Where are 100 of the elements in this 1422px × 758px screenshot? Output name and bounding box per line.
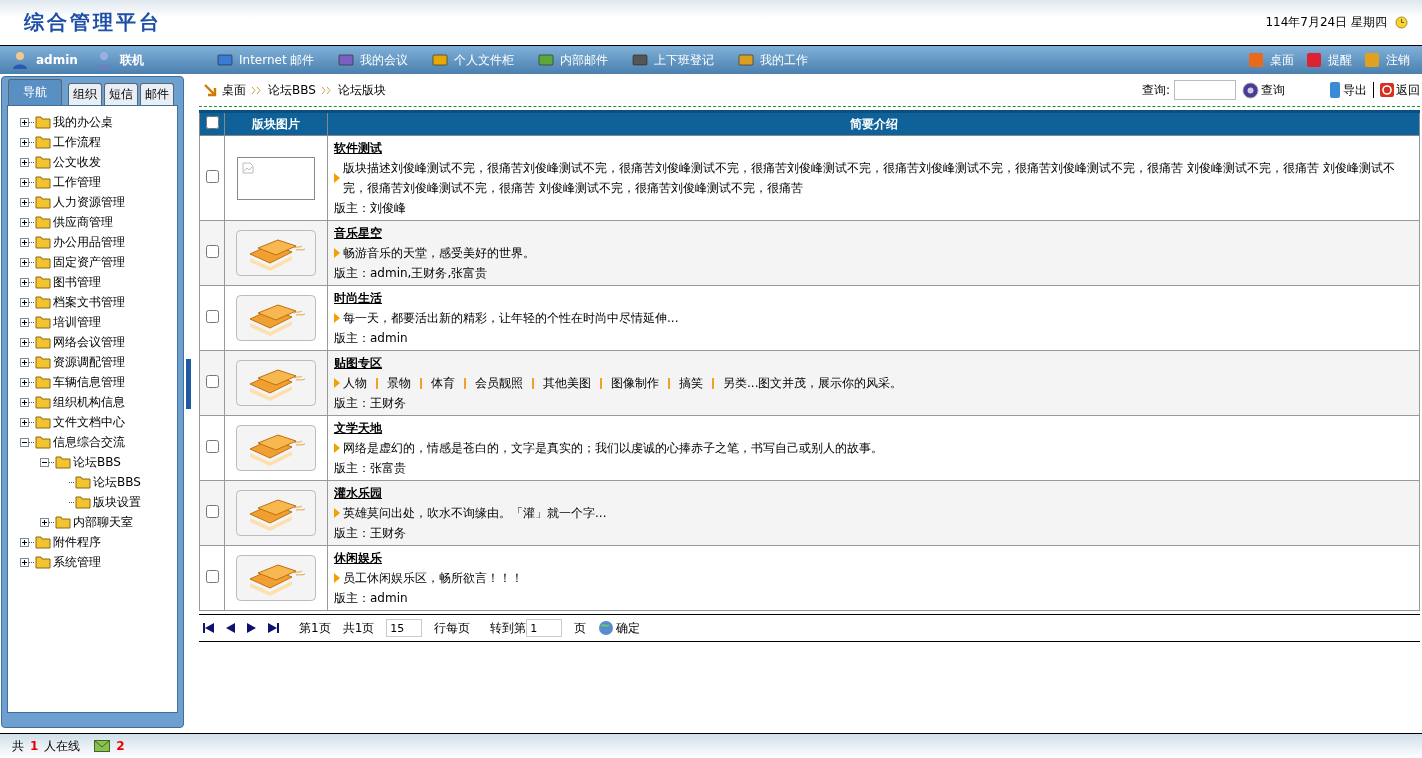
category-link[interactable]: 搞笑 [679,373,703,393]
expand-icon[interactable] [20,137,29,147]
forum-description: 畅游音乐的天堂，感受美好的世界。 [343,245,536,262]
expand-icon[interactable] [20,417,29,427]
back-button[interactable]: 返回 [1380,81,1420,99]
tree-item[interactable]: 培训管理 [53,313,101,331]
category-link[interactable]: 人物 [343,373,367,393]
tree-item[interactable]: 内部聊天室 [73,513,133,531]
breadcrumb-item[interactable]: 桌面 [222,81,246,99]
tree-item[interactable]: 网络会议管理 [53,333,125,351]
sidebar-tab[interactable]: 邮件 [140,83,174,105]
tree-item[interactable]: 供应商管理 [53,213,113,231]
forum-title[interactable]: 灌水乐园 [334,483,382,503]
tree-item[interactable]: 办公用品管理 [53,233,125,251]
forum-title[interactable]: 时尚生活 [334,288,382,308]
expand-icon[interactable] [20,217,29,227]
goto-page-field[interactable]: 1 [526,619,563,637]
first-page-icon[interactable] [203,623,214,633]
folder-icon [35,275,51,289]
row-checkbox[interactable] [205,245,219,258]
collapse-icon[interactable] [40,457,49,467]
expand-icon[interactable] [20,117,29,127]
search-icon[interactable] [1242,81,1259,99]
tree-item[interactable]: 信息综合交流 [53,433,125,451]
expand-icon[interactable] [20,277,29,287]
search-button[interactable]: 查询 [1242,81,1285,99]
next-page-icon[interactable] [247,623,256,633]
forum-title[interactable]: 音乐星空 [334,223,382,243]
app-icon[interactable] [338,53,355,67]
sidebar-tab[interactable]: 短信 [104,83,138,105]
forum-title[interactable]: 文学天地 [334,418,382,438]
category-link[interactable]: 另类 [723,373,747,393]
row-checkbox[interactable] [205,570,219,583]
tree-item[interactable]: 工作管理 [53,173,101,191]
forum-description: 网络是虚幻的，情感是苍白的，文字是真实的；我们以虔诚的心捧赤子之笔，书写自己或别人的故事。 [343,440,884,457]
category-link[interactable]: 会员靓照 [475,373,523,393]
forum-title[interactable]: 休闲娱乐 [334,548,382,568]
category-link[interactable]: 体育 [431,373,455,393]
tree-item[interactable]: 我的办公桌 [53,113,113,131]
chevron-icon [251,85,263,95]
forum-title[interactable]: 软件测试 [334,138,382,158]
row-checkbox[interactable] [205,310,219,323]
tree-item[interactable]: 附件程序 [53,533,101,551]
page-size-field[interactable]: 15 [386,619,423,637]
power-icon[interactable] [1380,83,1394,97]
sidebar-tab[interactable]: 组织 [68,83,102,105]
expand-icon[interactable] [20,177,29,187]
search-field[interactable] [1174,80,1236,100]
tree-item[interactable]: 版块设置 [93,493,141,511]
expand-icon[interactable] [20,537,29,547]
expand-icon[interactable] [20,557,29,567]
tree-item[interactable]: 文件文档中心 [53,413,125,431]
expand-icon[interactable] [20,337,29,347]
category-link[interactable]: 图像制作 [611,373,659,393]
forum-title[interactable]: 贴图专区 [334,353,382,373]
collapse-icon[interactable] [20,437,29,447]
tree-item[interactable]: 系统管理 [53,553,101,571]
last-page-icon[interactable] [268,623,279,633]
globe-icon[interactable] [598,620,615,636]
previous-page-icon[interactable] [226,623,235,633]
expand-icon[interactable] [20,357,29,367]
select-all-checkbox[interactable] [205,116,219,129]
app-icon[interactable] [632,53,649,67]
row-checkbox[interactable] [205,170,219,183]
category-link[interactable]: 景物 [387,373,411,393]
category-link[interactable]: 其他美图 [543,373,591,393]
expand-icon[interactable] [20,237,29,247]
tree-item[interactable]: 固定资产管理 [53,253,125,271]
breadcrumb-item: 论坛版块 [337,81,386,99]
folder-icon [35,335,51,349]
expand-icon[interactable] [20,157,29,167]
breadcrumb-item[interactable]: 论坛BBS [268,81,316,99]
tree-item[interactable]: 公文收发 [53,153,101,171]
tree-item[interactable]: 论坛BBS [73,453,121,471]
folder-icon [35,155,51,169]
row-checkbox[interactable] [205,505,219,518]
tree-item[interactable]: 工作流程 [53,133,101,151]
expand-icon[interactable] [20,397,29,407]
row-checkbox[interactable] [205,440,219,453]
mail-icon[interactable] [94,740,111,752]
tree-item[interactable]: 组织机构信息 [53,393,125,411]
expand-icon[interactable] [20,377,29,387]
expand-icon[interactable] [20,197,29,207]
expand-icon[interactable] [40,517,49,527]
export-button[interactable]: 导出 [1329,81,1367,99]
tree-item[interactable]: 人力资源管理 [53,193,125,211]
online-label: 人在线 [44,737,81,755]
expand-icon[interactable] [20,317,29,327]
tree-item[interactable]: 资源调配管理 [53,353,125,371]
tree-item[interactable]: 图书管理 [53,273,101,291]
tree-item[interactable]: 车辆信息管理 [53,373,125,391]
expand-icon[interactable] [20,257,29,267]
app-icon[interactable] [432,53,449,67]
confirm-button[interactable]: 确定 [598,619,641,637]
collapse-handle[interactable] [186,358,191,409]
triangle-icon [334,313,340,323]
tree-item[interactable]: 论坛BBS [93,473,141,491]
tree-item[interactable]: 档案文书管理 [53,293,125,311]
row-checkbox[interactable] [205,375,219,388]
expand-icon[interactable] [20,297,29,307]
